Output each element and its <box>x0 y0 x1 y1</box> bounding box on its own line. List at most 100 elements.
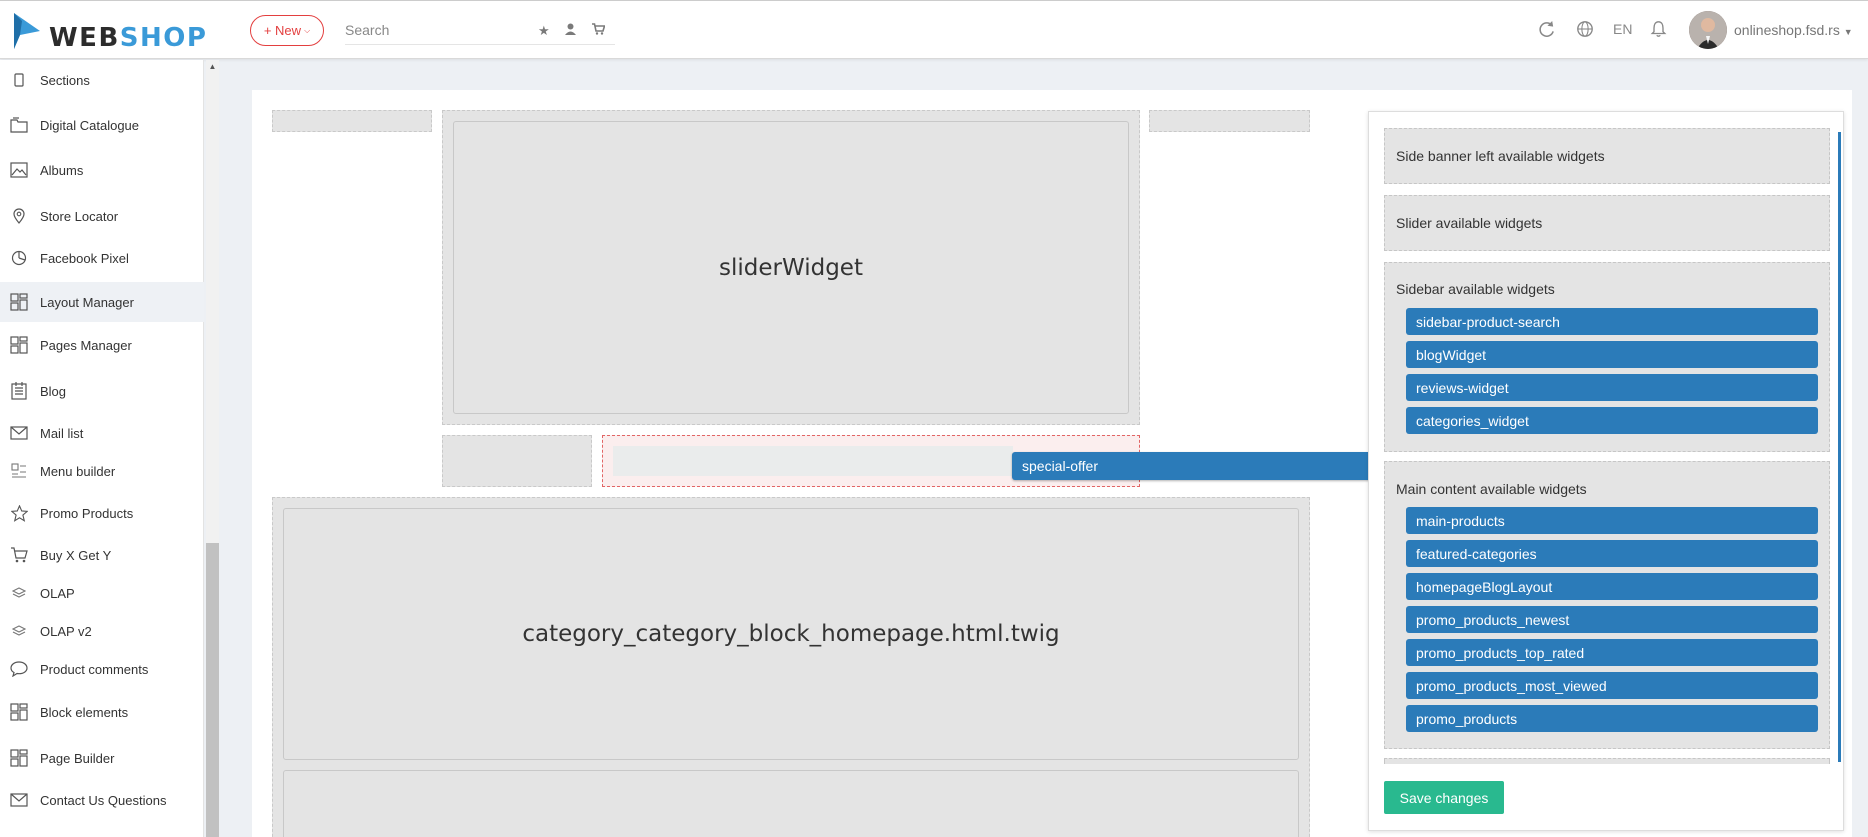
mail-icon <box>10 424 28 442</box>
sidebar-item-contact-us-questions[interactable]: Contact Us Questions <box>0 783 204 817</box>
widget-chip[interactable]: promo_products <box>1406 705 1818 732</box>
sidebar-scrollbar-thumb[interactable] <box>206 543 219 837</box>
avatar[interactable] <box>1689 11 1727 49</box>
sidebar-item-albums[interactable]: Albums <box>0 153 204 187</box>
tablet-icon <box>10 71 28 89</box>
map-pin-icon <box>10 207 28 225</box>
side-banner-left-widgets-group: Side banner left available widgets <box>1384 128 1830 184</box>
sidebar-item-digital-catalogue[interactable]: Digital Catalogue <box>0 108 204 142</box>
side-banner-right-zone[interactable] <box>1149 110 1310 132</box>
sidebar-item-block-elements[interactable]: Block elements <box>0 695 204 729</box>
sidebar-item-label: Albums <box>40 162 84 178</box>
blog-icon <box>10 382 28 400</box>
sidebar-item-blog[interactable]: Blog <box>0 374 204 408</box>
content-block-2[interactable] <box>283 770 1299 837</box>
sidebar-widgets-group: Sidebar available widgets sidebar-produc… <box>1384 262 1830 452</box>
dragging-widget-label: special-offer <box>1022 458 1099 474</box>
layout-icon <box>10 749 28 767</box>
comment-icon <box>10 660 28 678</box>
slider-widget-title: sliderWidget <box>719 254 863 281</box>
sidebar-item-label: Digital Catalogue <box>40 117 140 133</box>
next-widgets-group <box>1384 758 1830 764</box>
globe-icon[interactable] <box>1576 20 1594 43</box>
language-selector[interactable]: EN <box>1613 21 1632 37</box>
bell-icon[interactable] <box>1650 20 1667 43</box>
group-title: Slider available widgets <box>1396 215 1543 231</box>
main-content-zone[interactable]: category_category_block_homepage.html.tw… <box>272 497 1310 837</box>
sidebar-item-sections[interactable]: Sections <box>0 63 204 97</box>
sidebar-item-product-comments[interactable]: Product comments <box>0 652 204 686</box>
sidebar-item-label: Pages Manager <box>40 337 132 353</box>
sidebar-item-label: Menu builder <box>40 463 116 479</box>
widget-chip[interactable]: promo_products_top_rated <box>1406 639 1818 666</box>
layers-icon <box>10 622 28 640</box>
sidebar-item-label: Sections <box>40 72 90 88</box>
sidebar-item-label: Blog <box>40 383 67 399</box>
widget-chip[interactable]: blogWidget <box>1406 341 1818 368</box>
sidebar: Sections Digital Catalogue Albums Store Loc… <box>0 60 204 837</box>
widget-chip[interactable]: promo_products_most_viewed <box>1406 672 1818 699</box>
scroll-up-arrow[interactable]: ▲ <box>206 60 219 74</box>
side-banner-left-zone[interactable] <box>272 110 432 132</box>
category-block-title: category_category_block_homepage.html.tw… <box>522 621 1060 647</box>
star-icon <box>10 504 28 522</box>
widget-chip[interactable]: categories_widget <box>1406 407 1818 434</box>
username-menu[interactable]: onlineshop.fsd.rs ▼ <box>1734 22 1853 38</box>
widgets-panel-scrollbar[interactable] <box>1838 132 1841 762</box>
sidebar-item-olap-v2[interactable]: OLAP v2 <box>0 614 204 648</box>
sidebar-item-label: Layout Manager <box>40 294 134 310</box>
sidebar-item-facebook-pixel[interactable]: Facebook Pixel <box>0 241 204 275</box>
sidebar-item-label: OLAP v2 <box>40 623 92 639</box>
sidebar-item-label: Promo Products <box>40 505 134 521</box>
group-title: Side banner left available widgets <box>1396 148 1605 164</box>
widget-chip[interactable]: featured-categories <box>1406 540 1818 567</box>
layout-icon <box>10 703 28 721</box>
widget-chip[interactable]: promo_products_newest <box>1406 606 1818 633</box>
slider-widgets-group: Slider available widgets <box>1384 195 1830 251</box>
widget-chip[interactable]: reviews-widget <box>1406 374 1818 401</box>
dragging-widget-special-offer[interactable]: special-offer <box>1012 452 1424 480</box>
layout-icon <box>10 293 28 311</box>
image-icon <box>10 161 28 179</box>
sidebar-item-label: Store Locator <box>40 208 119 224</box>
sidebar-item-label: Page Builder <box>40 750 115 766</box>
top-bar: WEBSHOP + New ⌵ ★ EN onlineshop.fsd.rs ▼ <box>0 0 1868 59</box>
available-widgets-panel: Side banner left available widgets Slide… <box>1368 111 1844 831</box>
widget-chip[interactable]: homepageBlogLayout <box>1406 573 1818 600</box>
sidebar-item-layout-manager[interactable]: Layout Manager <box>0 282 204 322</box>
layers-icon <box>10 584 28 602</box>
sidebar-item-label: Product comments <box>40 661 149 677</box>
sidebar-item-menu-builder[interactable]: Menu builder <box>0 454 204 488</box>
slider-zone[interactable]: sliderWidget <box>442 110 1140 425</box>
layout-icon <box>10 336 28 354</box>
caret-down-icon: ▼ <box>1843 27 1853 37</box>
refresh-icon[interactable] <box>1537 20 1556 44</box>
sidebar-item-store-locator[interactable]: Store Locator <box>0 199 204 233</box>
slider-widget-block[interactable]: sliderWidget <box>453 121 1129 414</box>
catalogue-icon <box>10 116 28 134</box>
sidebar-item-label: Block elements <box>40 704 129 720</box>
sidebar-item-olap[interactable]: OLAP <box>0 576 204 610</box>
sidebar-item-label: Buy X Get Y <box>40 547 112 563</box>
sidebar-item-buy-x-get-y[interactable]: Buy X Get Y <box>0 538 204 572</box>
sidebar-item-label: Mail list <box>40 425 84 441</box>
main-content-widgets-group: Main content available widgets main-prod… <box>1384 461 1830 749</box>
sidebar-item-page-builder[interactable]: Page Builder <box>0 741 204 775</box>
sidebar-item-promo-products[interactable]: Promo Products <box>0 496 204 530</box>
widget-chip[interactable]: main-products <box>1406 507 1818 534</box>
menu-builder-icon <box>10 462 28 480</box>
sidebar-item-mail-list[interactable]: Mail list <box>0 416 204 450</box>
sidebar-item-label: Contact Us Questions <box>40 792 167 808</box>
sidebar-item-pages-manager[interactable]: Pages Manager <box>0 328 204 362</box>
category-block[interactable]: category_category_block_homepage.html.tw… <box>283 508 1299 760</box>
save-changes-button[interactable]: Save changes <box>1384 781 1504 814</box>
widget-chip[interactable]: sidebar-product-search <box>1406 308 1818 335</box>
sidebar-zone[interactable] <box>442 435 592 487</box>
sidebar-item-label: Facebook Pixel <box>40 250 129 266</box>
group-title: Sidebar available widgets <box>1396 281 1555 297</box>
sidebar-item-label: OLAP <box>40 585 75 601</box>
top-right-controls: EN onlineshop.fsd.rs ▼ <box>0 1 1868 60</box>
drop-placeholder <box>613 446 1013 476</box>
group-title: Main content available widgets <box>1396 481 1587 497</box>
cart-icon <box>10 546 28 564</box>
